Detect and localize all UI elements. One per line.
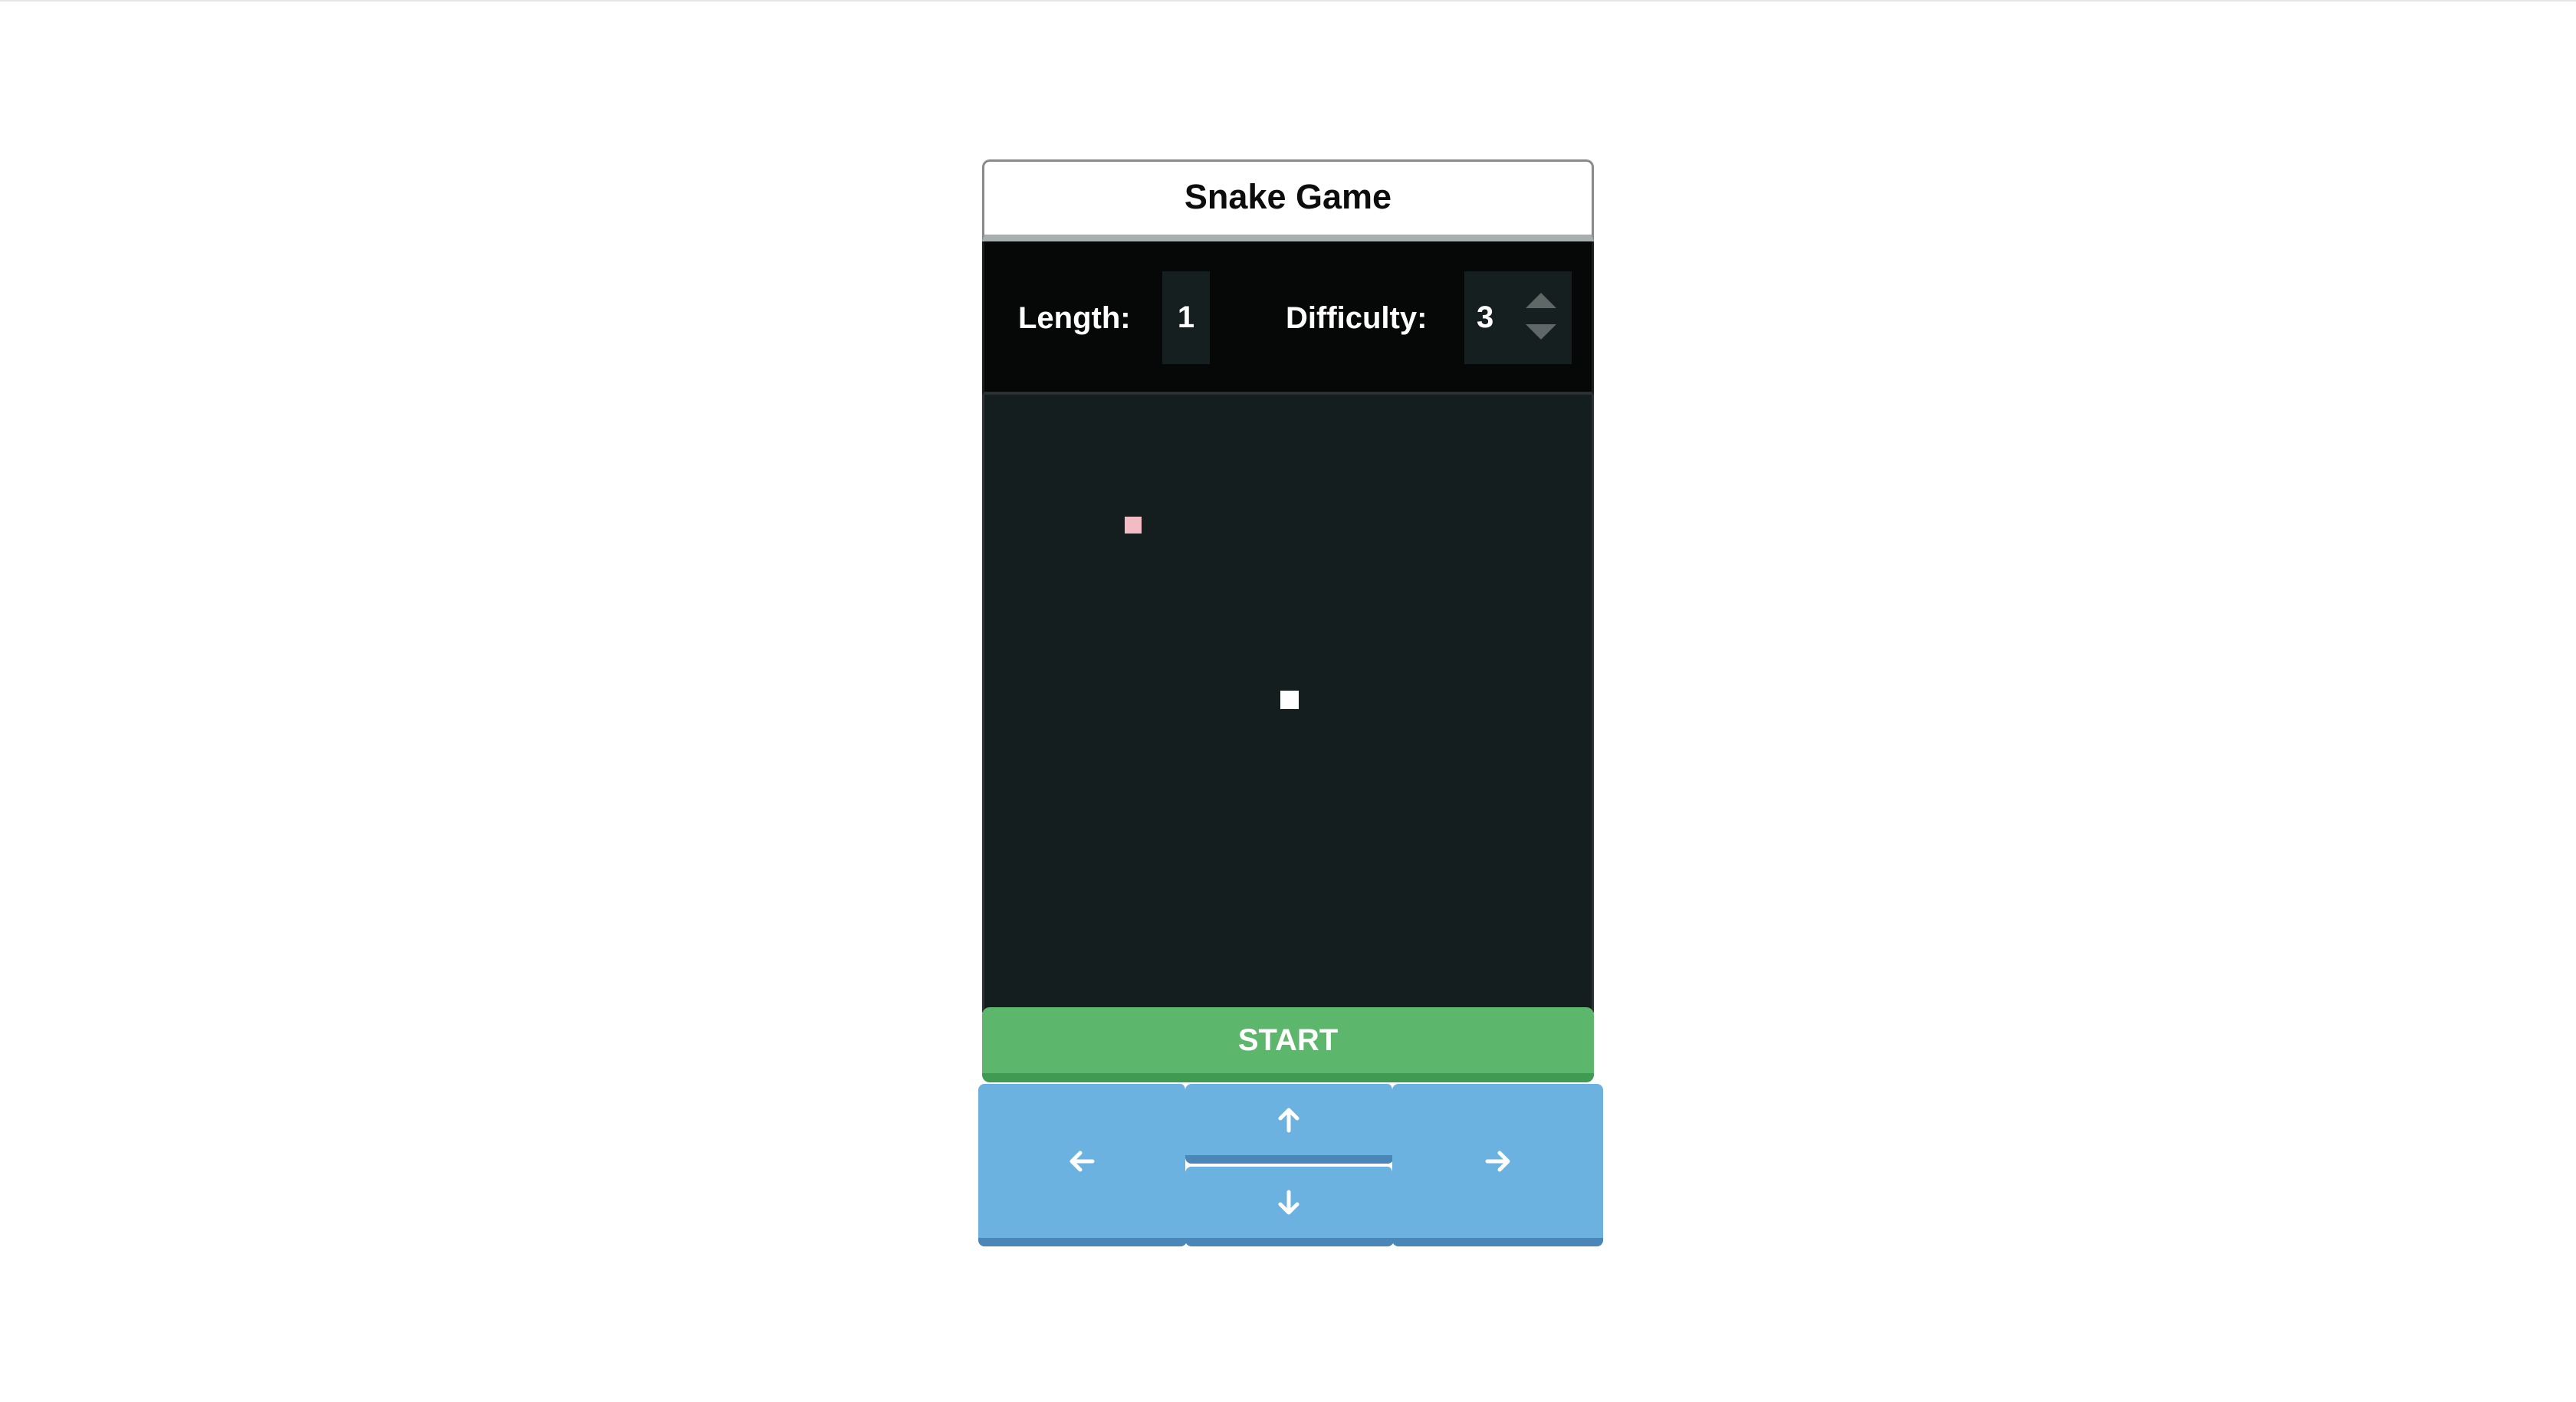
stats-bar: Length: 1 Difficulty: 3: [982, 241, 1594, 395]
start-button[interactable]: START: [982, 1007, 1594, 1082]
length-label: Length:: [1018, 300, 1131, 335]
down-button[interactable]: [1185, 1167, 1394, 1246]
snake-head: [1280, 691, 1299, 709]
right-button[interactable]: [1392, 1084, 1603, 1246]
arrow-down-icon: [1273, 1187, 1304, 1218]
difficulty-value: 3: [1477, 300, 1494, 334]
game-board: [982, 395, 1594, 1013]
up-button[interactable]: [1185, 1084, 1394, 1164]
stepper-down-icon[interactable]: [1526, 324, 1556, 340]
game-title: Snake Game: [1184, 176, 1392, 216]
arrow-up-icon: [1273, 1105, 1304, 1135]
length-display: 1: [1162, 271, 1210, 364]
food-pellet: [1125, 517, 1142, 534]
page-top-border: [0, 0, 2576, 2]
left-button[interactable]: [978, 1084, 1187, 1246]
arrow-left-icon: [1066, 1146, 1097, 1177]
arrow-right-icon: [1483, 1146, 1513, 1177]
length-value: 1: [1177, 300, 1195, 334]
start-button-label: START: [1237, 1023, 1339, 1057]
difficulty-stepper[interactable]: 3: [1464, 271, 1572, 364]
difficulty-label: Difficulty:: [1286, 300, 1428, 335]
title-bar: Snake Game: [982, 159, 1594, 241]
stepper-up-icon[interactable]: [1526, 293, 1556, 308]
